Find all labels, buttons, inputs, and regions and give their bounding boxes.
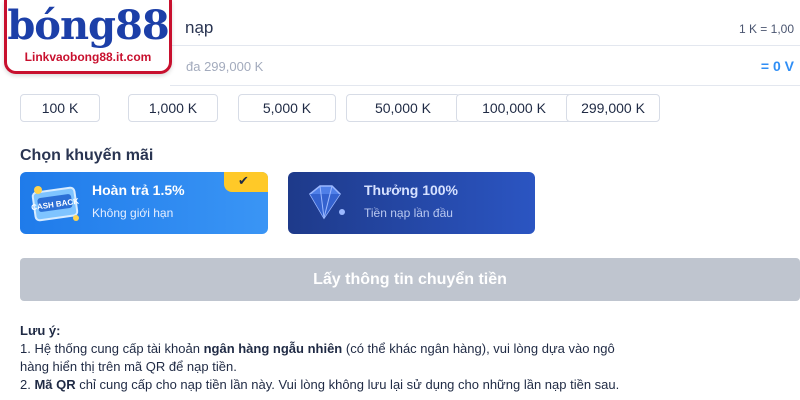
note-line-2: 2. Mã QR chỉ cung cấp cho nạp tiền lần n… [20,376,800,394]
deposit-amount-label: nạp [185,18,214,37]
note-line-1: 1. Hệ thống cung cấp tài khoản ngân hàng… [20,340,800,358]
promotion-title: Hoàn trả 1.5% [92,182,185,198]
quick-amount-100k[interactable]: 100 K [20,94,100,122]
note-text: 2. [20,377,35,392]
note-emphasis: Mã QR [34,377,76,392]
logo-brand-text: bóng88 [7,2,169,49]
get-transfer-info-button[interactable]: Lấy thông tin chuyển tiền [20,258,800,301]
deposit-amount-input[interactable]: đa 299,000 K = 0 V [170,46,800,86]
promotion-subtitle: Tiền nạp lần đầu [364,206,453,220]
notes-section: Lưu ý: 1. Hệ thống cung cấp tài khoản ng… [20,322,800,394]
selected-badge: ✔ [224,172,268,192]
notes-heading: Lưu ý: [20,323,61,338]
note-emphasis: ngân hàng ngẫu nhiên [203,341,343,356]
promotion-first-deposit-card[interactable]: Thưởng 100% Tiền nạp lần đầu [288,172,535,234]
promotion-section-title: Chọn khuyến mãi [20,147,154,164]
promotion-title: Thưởng 100% [364,182,458,198]
exchange-rate-text: 1 K = 1,00 [738,22,794,36]
converted-amount: = 0 V [760,58,794,74]
check-icon: ✔ [238,173,249,188]
promotion-cashback-card[interactable]: CASH BACK Hoàn trả 1.5% Không giới hạn ✔ [20,172,268,234]
note-text: 1. Hệ thống cung cấp tài khoản [20,341,204,356]
quick-amount-50000k[interactable]: 50,000 K [346,94,460,122]
deposit-amount-placeholder: đa 299,000 K [186,59,264,74]
promotion-subtitle: Không giới hạn [92,206,174,220]
quick-amount-100000k[interactable]: 100,000 K [456,94,572,122]
note-line-1-continued: hàng hiển thị trên mã QR để nạp tiền. [20,359,237,374]
logo-site-text: Linkvaobong88.it.com [24,50,152,64]
note-text: (có thể khác ngân hàng), vui lòng dựa và… [342,341,615,356]
quick-amount-299000k[interactable]: 299,000 K [566,94,660,122]
quick-amount-5000k[interactable]: 5,000 K [238,94,336,122]
diamond-icon [296,180,352,226]
note-text: chỉ cung cấp cho nạp tiền lần này. Vui l… [75,377,620,392]
cashback-icon: CASH BACK [28,180,84,226]
quick-amount-1000k[interactable]: 1,000 K [128,94,218,122]
site-logo: bóng88 Linkvaobong88.it.com [4,0,172,74]
